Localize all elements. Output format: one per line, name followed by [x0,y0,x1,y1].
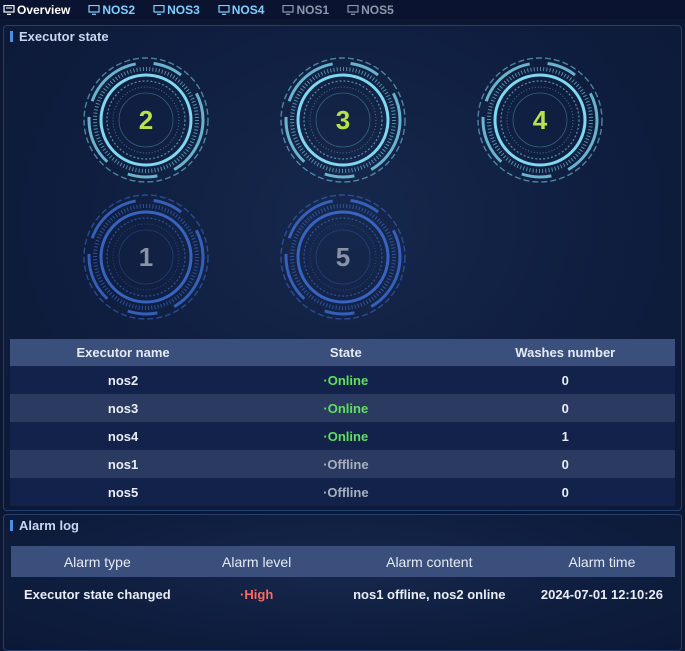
executor-state-panel: Executor state 2 3 4 1 5 Executor name S… [3,25,682,511]
tab-nos5[interactable]: NOS5 [343,0,398,19]
executor-number: 1 [138,241,154,272]
tab-label: NOS4 [231,2,265,17]
column-header[interactable]: State [236,339,456,366]
executor-number: 2 [138,104,154,135]
table-row[interactable]: nos2 ·Online 0 [10,366,675,394]
panel-title: Alarm log [10,518,79,533]
washes-number: 1 [455,422,675,450]
alarm-type: Executor state changed [23,586,171,602]
monitor-icon [88,4,100,15]
panel-title-text: Alarm log [19,518,79,533]
executor-table: Executor name State Washes number nos2 ·… [10,339,675,506]
table-row[interactable]: Executor state changed ·High nos1 offlin… [11,577,675,611]
executor-number: 5 [335,241,351,272]
executor-name: nos1 [10,450,237,478]
executor-state: ·Online [236,366,456,394]
tab-label: NOS5 [361,2,394,17]
executor-circle-2[interactable]: 2 [80,54,212,186]
washes-number: 0 [455,394,675,422]
top-tab-bar: Overview NOS2 NOS3 NOS4 NOS1 NOS5 [0,0,685,19]
executor-circle-4[interactable]: 4 [474,54,606,186]
table-header-row: Alarm type Alarm level Alarm content Ala… [11,546,675,577]
monitor-icon [153,4,165,15]
tab-nos3[interactable]: NOS3 [149,0,204,19]
executor-number: 4 [532,104,548,135]
tab-nos4[interactable]: NOS4 [214,0,269,19]
title-accent-bar [10,520,13,531]
alarm-table: Alarm type Alarm level Alarm content Ala… [11,546,675,611]
alarm-time: 2024-07-01 12:10:26 [540,586,664,602]
table-row[interactable]: nos4 ·Online 1 [10,422,675,450]
washes-number: 0 [455,366,675,394]
executor-circles: 2 3 4 1 5 [4,26,683,346]
monitor-icon [218,4,230,15]
column-header[interactable]: Washes number [455,339,675,366]
executor-state: ·Offline [236,478,456,506]
executor-state: ·Offline [236,450,456,478]
tab-nos1[interactable]: NOS1 [278,0,333,19]
executor-name: nos4 [10,422,237,450]
monitor-icon [282,4,295,15]
column-header[interactable]: Alarm content [329,546,529,577]
tab-label: Overview [17,2,71,17]
executor-name: nos3 [10,394,237,422]
alarm-content: nos1 offline, nos2 online [353,586,506,602]
executor-state: ·Online [236,422,456,450]
executor-circle-1[interactable]: 1 [80,191,212,323]
tab-label: NOS1 [296,2,330,17]
washes-number: 0 [455,450,675,478]
tab-overview[interactable]: Overview [0,0,74,19]
table-row[interactable]: nos3 ·Online 0 [10,394,675,422]
washes-number: 0 [455,478,675,506]
alarm-level: ·High [240,586,274,602]
executor-name: nos2 [10,366,237,394]
tab-nos2[interactable]: NOS2 [84,0,139,19]
table-row[interactable]: nos1 ·Offline 0 [10,450,675,478]
monitor-icon [347,4,359,15]
executor-circle-5[interactable]: 5 [277,191,409,323]
executor-state: ·Online [236,394,456,422]
column-header[interactable]: Alarm type [11,546,184,577]
table-header-row: Executor name State Washes number [10,339,675,366]
tab-label: NOS3 [167,2,200,17]
executor-circle-3[interactable]: 3 [277,54,409,186]
table-row[interactable]: nos5 ·Offline 0 [10,478,675,506]
executor-name: nos5 [10,478,237,506]
column-header[interactable]: Alarm level [183,546,330,577]
column-header[interactable]: Executor name [10,339,237,366]
alarm-log-panel: Alarm log Alarm type Alarm level Alarm c… [3,514,682,651]
tab-label: NOS2 [102,2,136,17]
executor-number: 3 [335,104,351,135]
column-header[interactable]: Alarm time [528,546,675,577]
overview-icon [3,4,15,15]
